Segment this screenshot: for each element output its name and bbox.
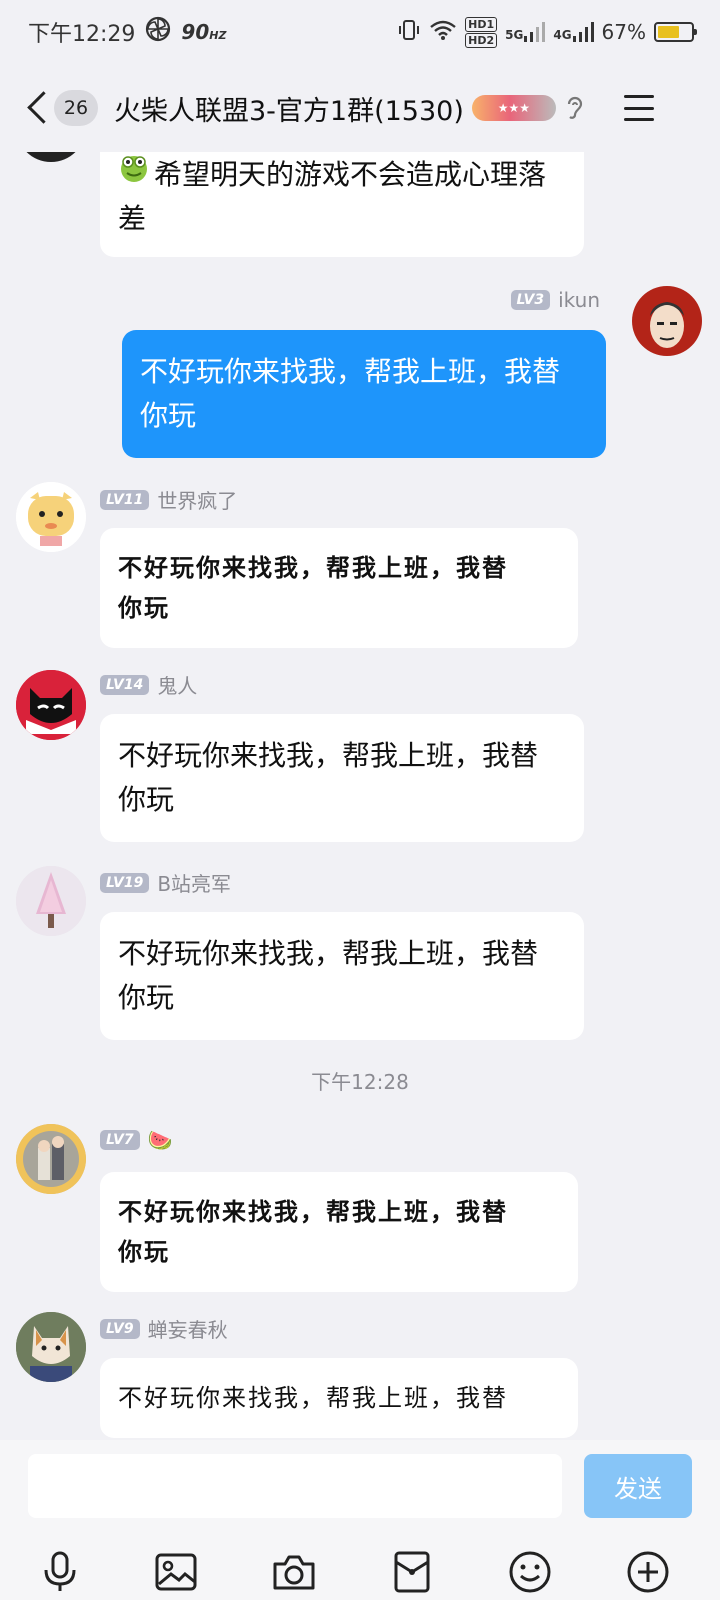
emoji-icon[interactable] — [502, 1544, 558, 1600]
sender-meta: LV9 蝉妄春秋 — [100, 1314, 228, 1343]
avatar[interactable] — [16, 482, 86, 552]
message-bubble[interactable]: 不好玩你来找我，帮我上班，我替 你玩 — [100, 714, 584, 842]
refresh-rate: 90HZ — [181, 20, 227, 44]
menu-icon[interactable] — [623, 95, 654, 121]
plus-icon[interactable] — [620, 1544, 676, 1600]
message-text: 不好玩你来找我，帮我上班，我替 — [118, 1384, 508, 1412]
sender-name[interactable]: 蝉妄春秋 — [148, 1314, 228, 1343]
message-text: 差 — [118, 202, 147, 235]
message-text: 你玩 — [118, 1237, 170, 1266]
ear-mode-icon[interactable] — [564, 95, 586, 121]
pinwheel-icon — [145, 16, 171, 48]
group-game-badge-icon[interactable]: ★★★ — [471, 95, 556, 121]
message-input[interactable] — [28, 1454, 562, 1518]
message-text: 不好玩你来找我，帮我上班，我替 — [118, 937, 539, 970]
chat-message-list[interactable]: 希望明天的游戏不会造成心理落 差 LV3 ikun 不好玩你来找我，帮我上班，我… — [0, 152, 720, 1440]
level-badge: LV11 — [100, 489, 150, 510]
timestamp: 下午12:28 — [311, 1070, 409, 1094]
sender-meta: LV19 B站亮军 — [100, 868, 231, 897]
sender-meta: LV11 世界疯了 — [100, 485, 237, 514]
sender-name[interactable]: 世界疯了 — [157, 485, 237, 514]
back-chevron-icon[interactable] — [24, 88, 50, 128]
status-time: 下午12:29 — [28, 22, 136, 47]
sender-name[interactable]: 🍉 — [148, 1128, 173, 1152]
level-badge: LV14 — [100, 674, 150, 695]
image-icon[interactable] — [148, 1544, 204, 1600]
message-text: 不好玩你来找我，帮我上班，我替 — [140, 355, 561, 388]
group-title[interactable]: 火柴人联盟3-官方1群(1530) — [114, 89, 464, 128]
message-bubble[interactable]: 希望明天的游戏不会造成心理落 差 — [100, 152, 584, 257]
message-text: 你玩 — [118, 981, 175, 1014]
sender-meta: LV3 ikun — [510, 288, 600, 312]
vibrate-icon — [397, 18, 421, 47]
message-text: 你玩 — [140, 399, 197, 432]
signal-4g: 4G — [553, 22, 594, 42]
sender-name[interactable]: B站亮军 — [157, 868, 231, 897]
red-packet-icon[interactable] — [384, 1544, 440, 1600]
input-bar: 发送 — [0, 1440, 720, 1600]
unread-count-badge[interactable]: 26 — [54, 90, 98, 126]
camera-icon[interactable] — [266, 1544, 322, 1600]
sender-meta: LV14 鬼人 — [100, 670, 197, 699]
avatar[interactable] — [16, 1124, 86, 1194]
send-button[interactable]: 发送 — [584, 1454, 692, 1518]
level-badge: LV7 — [100, 1130, 140, 1150]
message-text: 不好玩你来找我，帮我上班，我替 — [118, 553, 508, 582]
avatar[interactable] — [16, 670, 86, 740]
input-toolbar — [0, 1544, 720, 1600]
wifi-icon — [429, 19, 457, 46]
chat-header: 26 火柴人联盟3-官方1群(1530) ★★★ — [0, 64, 720, 152]
signal-5g: 5G — [505, 22, 546, 42]
message-text: 不好玩你来找我，帮我上班，我替 — [118, 739, 539, 772]
status-bar: 下午12:29 90HZ HD1 HD2 5G 4G 67% — [0, 0, 720, 64]
sender-name[interactable]: 鬼人 — [157, 670, 197, 699]
message-bubble[interactable]: 不好玩你来找我，帮我上班，我替 — [100, 1358, 578, 1438]
message-text: 希望明天的游戏不会造成心理落 — [118, 152, 566, 197]
message-bubble[interactable]: 不好玩你来找我，帮我上班，我替 你玩 — [100, 528, 578, 648]
battery-icon — [654, 22, 697, 42]
battery-percent: 67% — [601, 20, 646, 44]
message-text: 不好玩你来找我，帮我上班，我替 — [118, 1197, 508, 1226]
sender-meta: LV7 🍉 — [100, 1128, 172, 1152]
avatar[interactable] — [16, 1312, 86, 1382]
frog-emoji-icon — [118, 152, 150, 197]
message-bubble-self[interactable]: 不好玩你来找我，帮我上班，我替 你玩 — [122, 330, 606, 458]
microphone-icon[interactable] — [32, 1544, 88, 1600]
message-text: 你玩 — [118, 593, 170, 622]
sender-name[interactable]: ikun — [558, 288, 600, 312]
level-badge: LV9 — [100, 1318, 140, 1339]
avatar[interactable] — [632, 286, 702, 356]
level-badge: LV19 — [100, 872, 150, 893]
avatar[interactable] — [16, 866, 86, 936]
message-bubble[interactable]: 不好玩你来找我，帮我上班，我替 你玩 — [100, 1172, 578, 1292]
message-bubble[interactable]: 不好玩你来找我，帮我上班，我替 你玩 — [100, 912, 584, 1040]
hd-indicator: HD1 HD2 — [465, 16, 498, 48]
level-badge: LV3 — [510, 290, 551, 310]
avatar[interactable] — [16, 152, 86, 162]
message-text: 你玩 — [118, 783, 175, 816]
